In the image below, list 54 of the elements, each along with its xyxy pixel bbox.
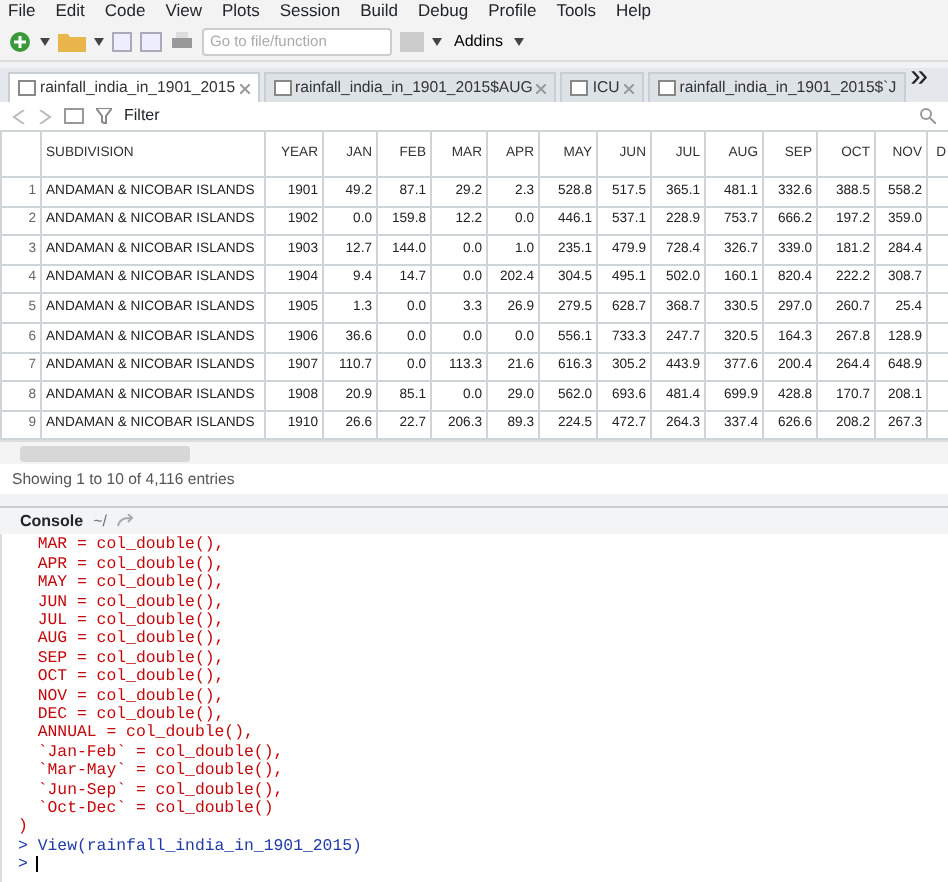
console-line: `Oct-Dec` = col_double() <box>35 800 276 819</box>
filter-icon[interactable] <box>96 108 112 124</box>
caret-icon[interactable] <box>94 37 104 45</box>
console-line: JUL = col_double(), <box>35 611 227 630</box>
console-title: Console <box>20 509 84 534</box>
menu-item[interactable]: View <box>165 0 202 22</box>
menu-item[interactable]: Help <box>616 0 652 22</box>
console-line: MAR = col_double(), <box>35 536 227 556</box>
tab-overflow-button[interactable]: » <box>910 54 929 102</box>
menu-item[interactable]: File <box>8 0 36 22</box>
console-line: `Jun-Sep` = col_double(), <box>35 781 286 800</box>
console-line: JUN = col_double(), <box>35 593 227 612</box>
horizontal-scrollbar[interactable] <box>0 440 948 465</box>
console-line: ) <box>18 818 30 838</box>
console-line: OCT = col_double(), <box>35 668 227 688</box>
console-line: DEC = col_double(), <box>35 706 227 724</box>
menu-item[interactable]: Plots <box>221 0 260 22</box>
menu-item[interactable]: Code <box>104 0 146 22</box>
menu-item[interactable]: Edit <box>55 0 85 22</box>
close-icon[interactable] <box>536 83 547 93</box>
console-line: MAY = col_double(), <box>35 574 227 594</box>
addins-button[interactable]: Addins <box>450 29 507 53</box>
console-line: SEP = col_double(), <box>35 649 227 668</box>
menu-item[interactable]: Profile <box>488 0 537 22</box>
console-line: > <box>18 856 28 875</box>
forward-icon[interactable] <box>38 109 52 123</box>
console-line: AUG = col_double(), <box>35 630 227 650</box>
console-path: ~/ <box>93 509 107 534</box>
caret-icon[interactable] <box>432 37 442 45</box>
close-icon[interactable] <box>623 83 634 93</box>
new-file-icon[interactable] <box>8 29 32 53</box>
back-icon[interactable] <box>12 109 26 123</box>
menu-item[interactable]: Session <box>279 0 341 22</box>
menu-item[interactable]: Build <box>360 0 399 22</box>
caret-icon[interactable] <box>514 37 525 45</box>
close-icon[interactable] <box>239 83 250 93</box>
search-icon[interactable] <box>920 108 936 124</box>
menu-item[interactable]: Tools <box>556 0 597 22</box>
table-icon <box>18 80 36 96</box>
console-line: APR = col_double(), <box>35 555 227 574</box>
table-icon <box>570 80 589 96</box>
table-icon <box>273 80 292 96</box>
console-line: > View(rainfall_india_in_1901_2015) <box>18 837 364 857</box>
table-icon <box>657 80 676 96</box>
share-icon[interactable] <box>116 514 135 529</box>
print-icon[interactable] <box>170 31 194 51</box>
text-cursor <box>35 856 38 873</box>
menu-item[interactable]: Debug <box>418 0 469 22</box>
console-line: `Jan-Feb` = col_double(), <box>35 743 286 762</box>
console-line: NOV = col_double(), <box>35 687 227 706</box>
console-line: `Mar-May` = col_double(), <box>35 762 286 782</box>
console-line: ANNUAL = col_double(), <box>35 724 256 744</box>
filter-button[interactable]: Filter <box>124 104 160 128</box>
caret-icon[interactable] <box>40 37 50 45</box>
